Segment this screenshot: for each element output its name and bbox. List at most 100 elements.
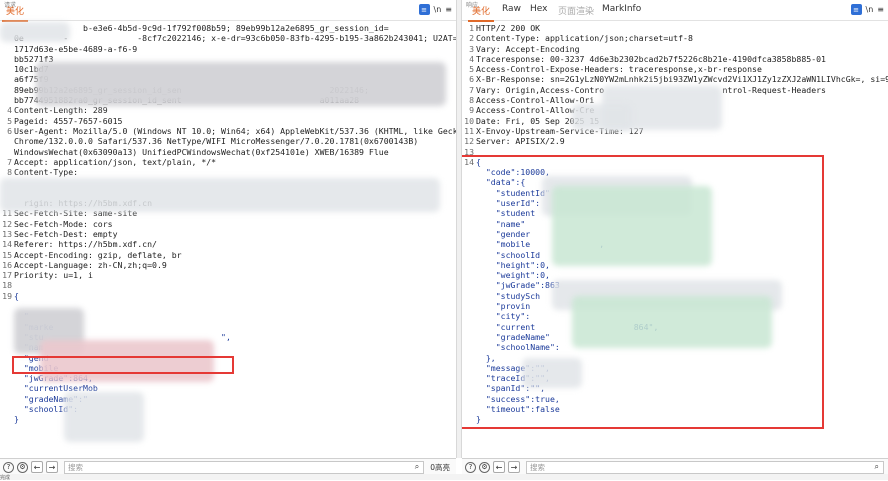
line-text: Content-Type: application/json;charset=u… — [476, 33, 693, 44]
tab-hex[interactable]: Hex — [530, 4, 547, 14]
line-text: Accept: application/json, text/plain, */… — [14, 156, 217, 167]
redaction-blur — [572, 104, 632, 130]
wrap-toggle-button[interactable]: \n — [866, 5, 874, 14]
response-tabbar: 响应 美化 Raw Hex 页面渲染 MarkInfo ≡ \n ≡ — [462, 0, 888, 22]
line-text: Access-Control-Expose-Headers: traceresp… — [476, 64, 762, 75]
line-text: } — [476, 414, 481, 425]
code-line: 2 Content-Type: application/json;charset=… — [462, 33, 888, 43]
line-number — [462, 373, 476, 383]
search-placeholder: 搜索 — [530, 462, 545, 472]
help-icon[interactable]: ? — [3, 461, 14, 473]
menu-icon[interactable]: ≡ — [445, 5, 452, 14]
code-line: 16 Accept-Language: zh-CN,zh;q=0.9 — [0, 260, 456, 270]
tab-pretty[interactable]: 美化 — [1, 4, 29, 22]
code-line: Chrome/132.0.0.0 Safari/537.36 NetType/W… — [0, 136, 456, 146]
line-number: 7 — [469, 84, 474, 95]
line-text: User-Agent: Mozilla/5.0 (Windows NT 10.0… — [14, 125, 456, 136]
gear-icon[interactable]: ⚙ — [479, 461, 490, 473]
tab-pretty[interactable]: 美化 — [467, 4, 495, 22]
line-number: 9 — [469, 105, 474, 116]
gear-icon[interactable]: ⚙ — [17, 461, 28, 473]
line-text — [476, 147, 888, 157]
request-tabbar: 请求 美化 ≡ \n ≡ — [0, 0, 456, 22]
line-number — [0, 136, 14, 146]
search-input[interactable]: 搜索 ⌕ — [64, 460, 425, 474]
line-text — [14, 280, 456, 290]
line-number — [462, 322, 476, 332]
line-number: 4 — [469, 53, 474, 64]
redaction-blur — [40, 340, 214, 382]
line-text: Traceresponse: 00-3237 4d6e3b2302bcad2b7… — [476, 53, 826, 64]
code-line: 4 Traceresponse: 00-3237 4d6e3b2302bcad2b… — [462, 54, 888, 64]
next-icon[interactable]: → — [508, 461, 520, 473]
line-number — [462, 291, 476, 301]
line-text: b-e3e6-4b5d-9c9d-1f792f008b59; 89eb99b12… — [14, 23, 389, 33]
line-number — [462, 260, 476, 270]
redaction-blur — [522, 358, 582, 388]
line-number: 15 — [2, 249, 12, 260]
line-number: 13 — [2, 228, 12, 239]
line-text: Sec-Fetch-Dest: empty — [14, 228, 118, 239]
line-number: 6 — [7, 125, 12, 136]
line-text: { — [476, 156, 481, 167]
search-input[interactable]: 搜索 ⌕ — [526, 460, 884, 474]
line-number — [462, 188, 476, 198]
line-number: 12 — [464, 136, 474, 147]
line-number — [0, 311, 14, 321]
view-toggle-button[interactable]: ≡ — [850, 4, 862, 15]
line-number — [0, 74, 14, 84]
line-number — [462, 167, 476, 177]
line-number — [0, 353, 14, 363]
line-text: Chrome/132.0.0.0 Safari/537.36 NetType/W… — [14, 136, 419, 147]
previous-icon[interactable]: ← — [31, 461, 43, 473]
line-text: Vary: Accept-Encoding — [476, 43, 580, 54]
help-icon[interactable]: ? — [465, 461, 476, 473]
request-toolbar: ≡ \n ≡ — [418, 4, 452, 15]
request-pane: 请求 美化 ≡ \n ≡ b-e3e6-4b5d-9c9d-1f792f008b… — [0, 0, 457, 458]
line-number: 18 — [2, 280, 12, 291]
line-number: 14 — [2, 239, 12, 250]
line-number — [0, 322, 14, 332]
line-number — [462, 353, 476, 363]
line-text: Pageid: 4557-7657-6015 — [14, 115, 123, 126]
line-text: X-Br-Response: sn=2G1yLzN0YW2mLnhk2i5jbi… — [476, 74, 888, 85]
line-number — [0, 414, 14, 424]
line-number: 4 — [7, 105, 12, 116]
tab-markinfo[interactable]: MarkInfo — [602, 4, 641, 14]
line-number — [0, 342, 14, 352]
line-text: Content-Length: 289 — [14, 105, 108, 116]
redaction-blur — [0, 22, 70, 42]
line-text: "weight":0, — [476, 270, 550, 281]
line-text: Accept-Encoding: gzip, deflate, br — [14, 249, 182, 260]
code-line: 8 Content-Type: — [0, 167, 456, 177]
line-number — [462, 198, 476, 208]
previous-icon[interactable]: ← — [493, 461, 505, 473]
line-number — [0, 404, 14, 414]
line-number — [462, 414, 476, 424]
search-placeholder: 搜索 — [68, 462, 83, 472]
tab-raw[interactable]: Raw — [502, 4, 521, 14]
line-number — [0, 95, 14, 105]
next-icon[interactable]: → — [46, 461, 58, 473]
view-toggle-button[interactable]: ≡ — [418, 4, 430, 15]
response-footer: ? ⚙ ← → 搜索 ⌕ — [462, 458, 888, 475]
wrap-toggle-button[interactable]: \n — [434, 5, 442, 14]
line-number: 2 — [469, 33, 474, 44]
line-number — [0, 64, 14, 74]
line-text: { — [14, 290, 19, 301]
code-line: 1717d63e-e5be-4689-a-f6-9 — [0, 44, 456, 54]
line-number: 10 — [464, 115, 474, 126]
line-number — [0, 147, 14, 157]
line-number — [462, 250, 476, 260]
line-number — [0, 301, 14, 311]
line-text: HTTP/2 200 OK — [476, 23, 541, 33]
code-line: "timeout":false — [462, 404, 888, 414]
code-line: "success":true, — [462, 394, 888, 404]
line-number — [462, 404, 476, 414]
line-number — [0, 363, 14, 373]
tab-render[interactable]: 页面渲染 — [558, 4, 594, 17]
line-text: Server: APISIX/2.9 — [476, 136, 565, 147]
menu-icon[interactable]: ≡ — [877, 5, 884, 14]
line-text: 0e - -8cf7c2022146; x-e-dr=93c6b050-83fb… — [14, 33, 456, 44]
line-number — [462, 363, 476, 373]
